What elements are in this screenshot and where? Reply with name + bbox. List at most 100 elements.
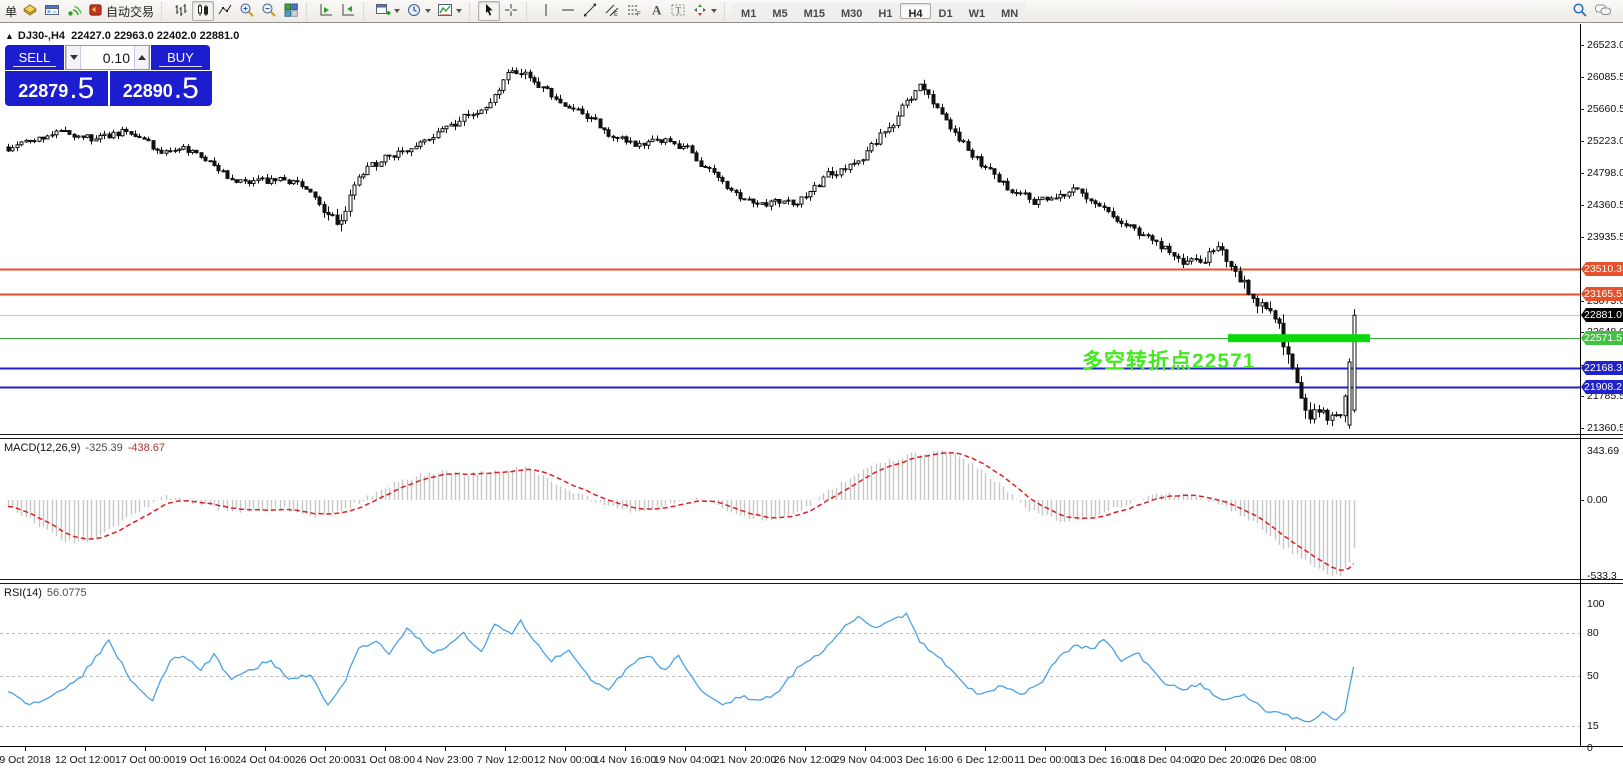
- candle-body: [611, 135, 616, 139]
- buy-price[interactable]: 22890.5: [109, 71, 212, 106]
- timeframe-m30[interactable]: M30: [833, 3, 871, 20]
- arrows-button[interactable]: [689, 1, 720, 21]
- new-chart-button[interactable]: [372, 1, 403, 21]
- candle-body: [655, 138, 660, 141]
- candle-body: [326, 212, 331, 216]
- zoom-out-button[interactable]: [258, 1, 280, 21]
- pivot-highlight-bar[interactable]: [1228, 334, 1370, 343]
- rsi-pane[interactable]: [0, 584, 1580, 746]
- crosshair-button[interactable]: [500, 1, 522, 21]
- time-axis[interactable]: 9 Oct 2018 12 Oct 12:00 17 Oct 00:00 19 Oct…: [0, 746, 1623, 770]
- zoom-in-button[interactable]: [236, 1, 258, 21]
- timeframe-h1[interactable]: H1: [870, 3, 901, 20]
- chart-shift-button[interactable]: [315, 1, 337, 21]
- candle-body: [817, 184, 822, 188]
- indicators-button[interactable]: [434, 1, 465, 21]
- cursor-button[interactable]: [478, 1, 501, 21]
- volume-input[interactable]: [81, 46, 134, 69]
- volume-decrease-button[interactable]: [66, 46, 81, 69]
- time-label: 26 Dec 08:00: [1253, 754, 1317, 766]
- candle-body: [1189, 258, 1194, 262]
- candle-body: [357, 176, 362, 186]
- candle-body: [633, 140, 638, 147]
- price-tick-label: 24798.0: [1587, 167, 1623, 179]
- candle-body: [199, 152, 204, 158]
- horizontal-line-button[interactable]: [557, 1, 579, 21]
- candle-body: [1032, 198, 1037, 205]
- autotrading-button[interactable]: 自动交易: [85, 1, 157, 21]
- equidistant-channel-button[interactable]: E: [601, 1, 623, 21]
- timeframe-w1[interactable]: W1: [960, 3, 994, 20]
- candle-body: [352, 184, 357, 196]
- timeframe-d1[interactable]: D1: [930, 3, 961, 20]
- volume-increase-button[interactable]: [134, 46, 149, 69]
- toolbar-separator: [306, 2, 311, 20]
- candle-body: [563, 102, 568, 107]
- candle-body: [896, 115, 901, 126]
- timeframe-m15[interactable]: M15: [795, 3, 833, 20]
- rsi-axis-label: 80: [1587, 627, 1599, 639]
- candle-body: [1058, 193, 1063, 199]
- candle-body: [45, 135, 50, 140]
- main-chart-pane[interactable]: [0, 24, 1580, 434]
- candle-body: [1325, 409, 1330, 421]
- trendline-button[interactable]: [579, 1, 601, 21]
- price-line-label: 22571.5: [1581, 331, 1623, 345]
- price-axis-line: [1580, 24, 1581, 746]
- vertical-line-icon: [538, 2, 554, 21]
- candle-body: [523, 71, 528, 75]
- price-tick-label: 24360.5: [1587, 199, 1623, 211]
- profiles-button[interactable]: [403, 1, 434, 21]
- candle-body: [1334, 414, 1339, 417]
- chat-button[interactable]: [1591, 1, 1615, 21]
- text-icon: A: [648, 2, 664, 21]
- time-tick-mark: [445, 747, 446, 751]
- orders-button[interactable]: [19, 1, 41, 21]
- candle-body: [1115, 216, 1120, 222]
- sell-price[interactable]: 22879.5: [5, 71, 108, 106]
- time-tick-mark: [385, 747, 386, 751]
- tile-windows-button[interactable]: [280, 1, 302, 21]
- vertical-line-button[interactable]: [535, 1, 557, 21]
- candle-body: [782, 200, 787, 204]
- text-label-button[interactable]: T: [667, 1, 689, 21]
- candle-body: [528, 71, 533, 79]
- buy-button[interactable]: BUY: [151, 45, 210, 70]
- candle-body: [493, 94, 498, 103]
- time-tick-mark: [565, 747, 566, 751]
- candle-body: [620, 136, 625, 139]
- new-order-label[interactable]: 单: [5, 3, 17, 20]
- search-button[interactable]: [1569, 1, 1591, 21]
- candle-body: [422, 139, 427, 143]
- profiles-icon: [406, 2, 422, 21]
- time-tick-mark: [865, 747, 866, 751]
- timeframe-h4[interactable]: H4: [900, 3, 931, 20]
- timeframe-m1[interactable]: M1: [733, 3, 765, 20]
- candle-body: [409, 148, 414, 153]
- text-button[interactable]: A: [645, 1, 667, 21]
- line-chart-button[interactable]: [214, 1, 236, 21]
- market-watch-button[interactable]: [41, 1, 63, 21]
- fibonacci-button[interactable]: F: [623, 1, 645, 21]
- candle-body: [720, 177, 725, 182]
- bar-chart-button[interactable]: [170, 1, 192, 21]
- candle-body: [457, 120, 462, 127]
- candle-body: [300, 181, 305, 188]
- timeframe-m5[interactable]: M5: [764, 3, 796, 20]
- macd-pane[interactable]: [0, 439, 1580, 579]
- auto-scroll-button[interactable]: [337, 1, 359, 21]
- candle-body: [742, 198, 747, 201]
- sell-button[interactable]: SELL: [5, 45, 64, 70]
- rsi-axis-label: 15: [1587, 720, 1599, 732]
- candle-body: [992, 168, 997, 175]
- candle-body: [699, 160, 704, 167]
- candle-body: [1062, 193, 1067, 197]
- candle-body: [269, 178, 274, 184]
- collapse-icon[interactable]: ▲: [5, 31, 14, 41]
- buy-price-frac: .5: [173, 72, 199, 105]
- timeframe-mn[interactable]: MN: [993, 3, 1027, 20]
- signals-button[interactable]: [63, 1, 85, 21]
- search-icon: [1572, 2, 1588, 21]
- candlestick-chart-button[interactable]: [192, 1, 215, 21]
- candle-body: [374, 162, 379, 167]
